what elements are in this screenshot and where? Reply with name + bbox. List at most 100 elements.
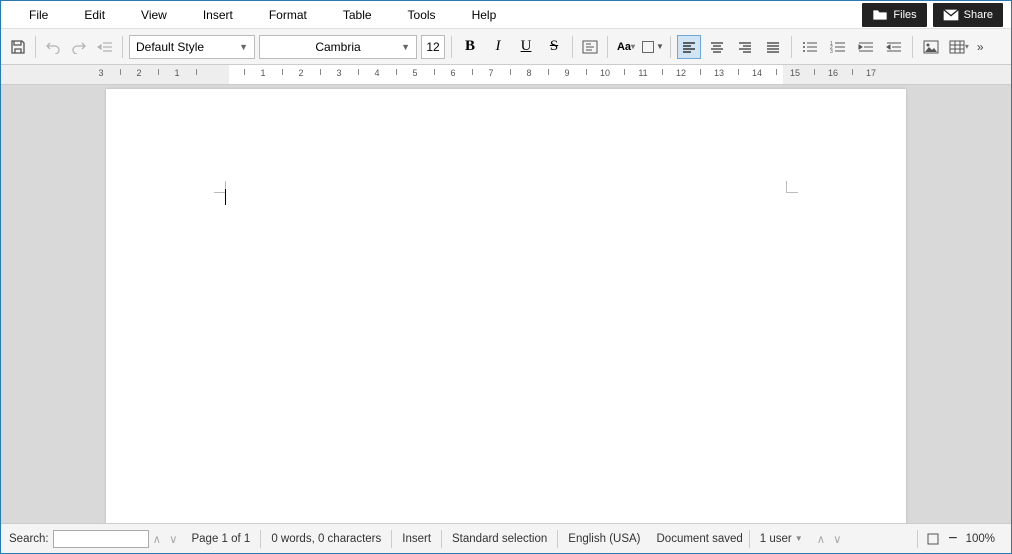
files-button[interactable]: Files bbox=[862, 3, 926, 27]
font-size-value: 12 bbox=[426, 40, 439, 54]
ruler-number: 2 bbox=[298, 68, 303, 78]
insert-mode-status[interactable]: Insert bbox=[391, 530, 441, 548]
menu-table[interactable]: Table bbox=[325, 8, 390, 22]
ruler-tick bbox=[396, 69, 397, 75]
align-justify-icon bbox=[766, 41, 780, 53]
bold-button[interactable]: B bbox=[458, 35, 482, 59]
user-next-button[interactable]: ∨ bbox=[829, 532, 845, 546]
undo-icon bbox=[45, 40, 61, 54]
align-left-button[interactable] bbox=[677, 35, 701, 59]
bullet-list-button[interactable] bbox=[798, 35, 822, 59]
ruler-number: 3 bbox=[98, 68, 103, 78]
paragraph-style-value: Default Style bbox=[136, 40, 204, 54]
indent-increase-button[interactable] bbox=[854, 35, 878, 59]
align-justify-button[interactable] bbox=[761, 35, 785, 59]
ruler-number: 6 bbox=[450, 68, 455, 78]
horizontal-ruler[interactable]: 3211234567891011121314151617 bbox=[1, 65, 1011, 85]
insert-image-button[interactable] bbox=[919, 35, 943, 59]
menu-insert[interactable]: Insert bbox=[185, 8, 251, 22]
document-page[interactable] bbox=[106, 89, 906, 523]
italic-button[interactable]: I bbox=[486, 35, 510, 59]
ruler-number: 7 bbox=[488, 68, 493, 78]
character-formatting-button[interactable]: Aa▾ bbox=[614, 35, 638, 59]
save-button[interactable] bbox=[7, 36, 29, 58]
ruler-tick bbox=[852, 69, 853, 75]
ruler-tick bbox=[434, 69, 435, 75]
search-next-button[interactable]: ∨ bbox=[165, 532, 181, 546]
ruler-number: 5 bbox=[412, 68, 417, 78]
search-prev-button[interactable]: ∧ bbox=[149, 532, 165, 546]
separator bbox=[35, 36, 36, 58]
insert-table-button[interactable]: ▾ bbox=[947, 35, 971, 59]
ruler-tick bbox=[700, 69, 701, 75]
ruler-tick bbox=[776, 69, 777, 75]
paragraph-style-select[interactable]: Default Style ▼ bbox=[129, 35, 255, 59]
undo-button[interactable] bbox=[42, 36, 64, 58]
align-left-icon bbox=[682, 41, 696, 53]
save-status: Document saved bbox=[651, 533, 749, 545]
search-input[interactable] bbox=[53, 530, 149, 548]
zoom-level[interactable]: 100% bbox=[966, 533, 995, 545]
ruler-number: 1 bbox=[260, 68, 265, 78]
mail-icon bbox=[943, 9, 959, 21]
statusbar: Search: ∧ ∨ Page 1 of 1 0 words, 0 chara… bbox=[1, 523, 1011, 553]
files-button-label: Files bbox=[893, 9, 916, 21]
ruler-tick bbox=[472, 69, 473, 75]
outdent-button[interactable] bbox=[94, 36, 116, 58]
ruler-number: 15 bbox=[790, 68, 800, 78]
ruler-number: 14 bbox=[752, 68, 762, 78]
redo-button[interactable] bbox=[68, 36, 90, 58]
ruler-tick bbox=[586, 69, 587, 75]
ruler-number: 1 bbox=[174, 68, 179, 78]
ruler-tick bbox=[814, 69, 815, 75]
separator bbox=[607, 36, 608, 58]
menu-file[interactable]: File bbox=[11, 8, 66, 22]
indent-decrease-button[interactable] bbox=[882, 35, 906, 59]
user-prev-button[interactable]: ∧ bbox=[813, 532, 829, 546]
menu-view[interactable]: View bbox=[123, 8, 185, 22]
fit-page-icon[interactable] bbox=[926, 532, 940, 546]
ruler-tick bbox=[244, 69, 245, 75]
ruler-number: 10 bbox=[600, 68, 610, 78]
toolbar-overflow-button[interactable]: » bbox=[975, 40, 986, 54]
menu-format[interactable]: Format bbox=[251, 8, 325, 22]
ruler-tick bbox=[510, 69, 511, 75]
ruler-tick bbox=[548, 69, 549, 75]
language-status[interactable]: English (USA) bbox=[557, 530, 650, 548]
numbered-list-button[interactable]: 123 bbox=[826, 35, 850, 59]
ruler-tick bbox=[738, 69, 739, 75]
menu-help[interactable]: Help bbox=[454, 8, 515, 22]
ruler-number: 9 bbox=[564, 68, 569, 78]
highlight-color-button[interactable]: ▼ bbox=[642, 41, 664, 53]
separator bbox=[670, 36, 671, 58]
align-center-button[interactable] bbox=[705, 35, 729, 59]
separator bbox=[791, 36, 792, 58]
font-size-select[interactable]: 12 bbox=[421, 35, 445, 59]
ruler-number: 13 bbox=[714, 68, 724, 78]
underline-button[interactable]: U bbox=[514, 35, 538, 59]
bullet-list-icon bbox=[802, 41, 818, 53]
ruler-number: 8 bbox=[526, 68, 531, 78]
chevron-down-icon: ▼ bbox=[231, 42, 248, 52]
redo-icon bbox=[71, 40, 87, 54]
align-right-button[interactable] bbox=[733, 35, 757, 59]
share-button[interactable]: Share bbox=[933, 3, 1003, 27]
ruler-tick bbox=[624, 69, 625, 75]
zoom-out-button[interactable]: − bbox=[948, 530, 957, 548]
folder-icon bbox=[872, 9, 888, 21]
image-icon bbox=[923, 40, 939, 54]
users-status[interactable]: 1 user ▼ bbox=[749, 530, 813, 548]
separator bbox=[451, 36, 452, 58]
page-status[interactable]: Page 1 of 1 bbox=[181, 530, 260, 548]
document-workspace[interactable] bbox=[1, 85, 1011, 523]
selection-mode-status[interactable]: Standard selection bbox=[441, 530, 557, 548]
chevron-down-icon: ▼ bbox=[656, 42, 664, 51]
menu-edit[interactable]: Edit bbox=[66, 8, 123, 22]
menu-tools[interactable]: Tools bbox=[390, 8, 454, 22]
font-family-select[interactable]: Cambria ▼ bbox=[259, 35, 417, 59]
ruler-tick bbox=[358, 69, 359, 75]
separator bbox=[572, 36, 573, 58]
insert-field-button[interactable] bbox=[579, 36, 601, 58]
wordcount-status[interactable]: 0 words, 0 characters bbox=[260, 530, 391, 548]
strikethrough-button[interactable]: S bbox=[542, 35, 566, 59]
